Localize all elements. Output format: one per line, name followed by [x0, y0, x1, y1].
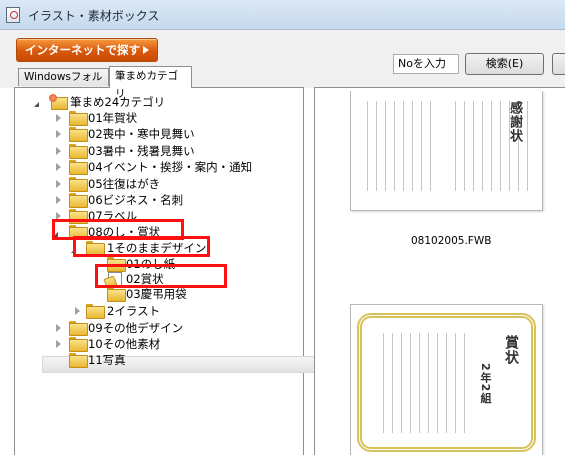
- tree-label: 11写真: [88, 353, 126, 367]
- collapsed-arrow-icon[interactable]: [75, 307, 80, 315]
- thumbnail-heading: 賞状: [503, 335, 519, 365]
- text-lines: [377, 333, 467, 433]
- tree-item[interactable]: 05往復はがき: [15, 176, 295, 192]
- extra-button[interactable]: [552, 53, 565, 75]
- tree-label: 05往復はがき: [88, 177, 161, 191]
- tree-root[interactable]: 筆まめ24カテゴリ: [15, 94, 295, 110]
- tree-item[interactable]: 03暑中・残暑見舞い: [15, 143, 295, 159]
- number-input[interactable]: Noを入力: [393, 54, 459, 74]
- tree-label: 03暑中・残暑見舞い: [88, 144, 195, 158]
- highlight-box-design: [73, 236, 210, 257]
- tab-fudemame-category[interactable]: 筆まめカテゴリ: [109, 66, 192, 100]
- tree-label: 03慶弔用袋: [126, 287, 187, 301]
- tree-item[interactable]: 04イベント・挨拶・案内・通知: [15, 159, 295, 175]
- category-root-icon: [49, 94, 68, 110]
- title-bar: イラスト・素材ボックス: [0, 0, 565, 30]
- collapsed-arrow-icon[interactable]: [56, 340, 61, 348]
- tree-item[interactable]: 11写真: [15, 352, 295, 368]
- window-title: イラスト・素材ボックス: [28, 9, 160, 23]
- folder-icon: [69, 111, 88, 126]
- file-name-label: 08102005.FWB: [411, 235, 492, 247]
- internet-search-label: インターネットで探す: [25, 43, 140, 57]
- folder-icon: [69, 337, 88, 352]
- tree-label: 10その他素材: [88, 337, 161, 351]
- search-button[interactable]: 検索(E): [465, 53, 544, 75]
- tree-label: 04イベント・挨拶・案内・通知: [88, 160, 253, 174]
- collapsed-arrow-icon[interactable]: [56, 196, 61, 204]
- folder-icon: [86, 304, 105, 319]
- folder-icon: [69, 353, 88, 368]
- collapsed-arrow-icon[interactable]: [56, 180, 61, 188]
- expanded-arrow-icon[interactable]: [34, 97, 39, 107]
- tree-label: 01年賀状: [88, 111, 138, 125]
- tree-label: 2イラスト: [107, 304, 161, 318]
- tree-item[interactable]: 01年賀状: [15, 110, 295, 126]
- play-arrow-icon: [143, 46, 149, 54]
- tree-item[interactable]: 09その他デザイン: [15, 320, 295, 336]
- tree-label: 06ビジネス・名刺: [88, 193, 184, 207]
- tree-item[interactable]: 10その他素材: [15, 336, 295, 352]
- app-icon: [6, 7, 20, 23]
- tree-item[interactable]: 2イラスト: [15, 303, 295, 319]
- folder-icon: [69, 144, 88, 159]
- text-lines: [361, 101, 431, 191]
- collapsed-arrow-icon[interactable]: [56, 163, 61, 171]
- thumbnail-heading: 感謝状: [507, 101, 522, 143]
- tree-item[interactable]: 02喪中・寒中見舞い: [15, 126, 295, 142]
- thumbnail-card[interactable]: 賞状 2年2組: [350, 304, 543, 455]
- tab-windows-folder[interactable]: Windowsフォルダ: [18, 68, 109, 100]
- collapsed-arrow-icon[interactable]: [56, 114, 61, 122]
- folder-icon: [69, 193, 88, 208]
- collapsed-arrow-icon[interactable]: [56, 324, 61, 332]
- tree-item[interactable]: 03慶弔用袋: [15, 286, 295, 302]
- tree-item[interactable]: 06ビジネス・名刺: [15, 192, 295, 208]
- thumbnail-card[interactable]: 感謝状: [350, 91, 543, 211]
- folder-icon: [69, 160, 88, 175]
- folder-icon: [69, 177, 88, 192]
- tree-label: 09その他デザイン: [88, 321, 184, 335]
- thumbnail-subtitle: 2年2組: [479, 363, 492, 405]
- highlight-box-shojo: [95, 264, 227, 288]
- folder-icon: [69, 127, 88, 142]
- collapsed-arrow-icon[interactable]: [56, 147, 61, 155]
- folder-icon: [69, 321, 88, 336]
- preview-panel[interactable]: 感謝状 08102005.FWB 賞状 2年2組: [314, 87, 565, 455]
- collapsed-arrow-icon[interactable]: [56, 130, 61, 138]
- folder-icon: [107, 287, 126, 302]
- tree-label: 02喪中・寒中見舞い: [88, 127, 195, 141]
- internet-search-button[interactable]: インターネットで探す: [16, 38, 158, 62]
